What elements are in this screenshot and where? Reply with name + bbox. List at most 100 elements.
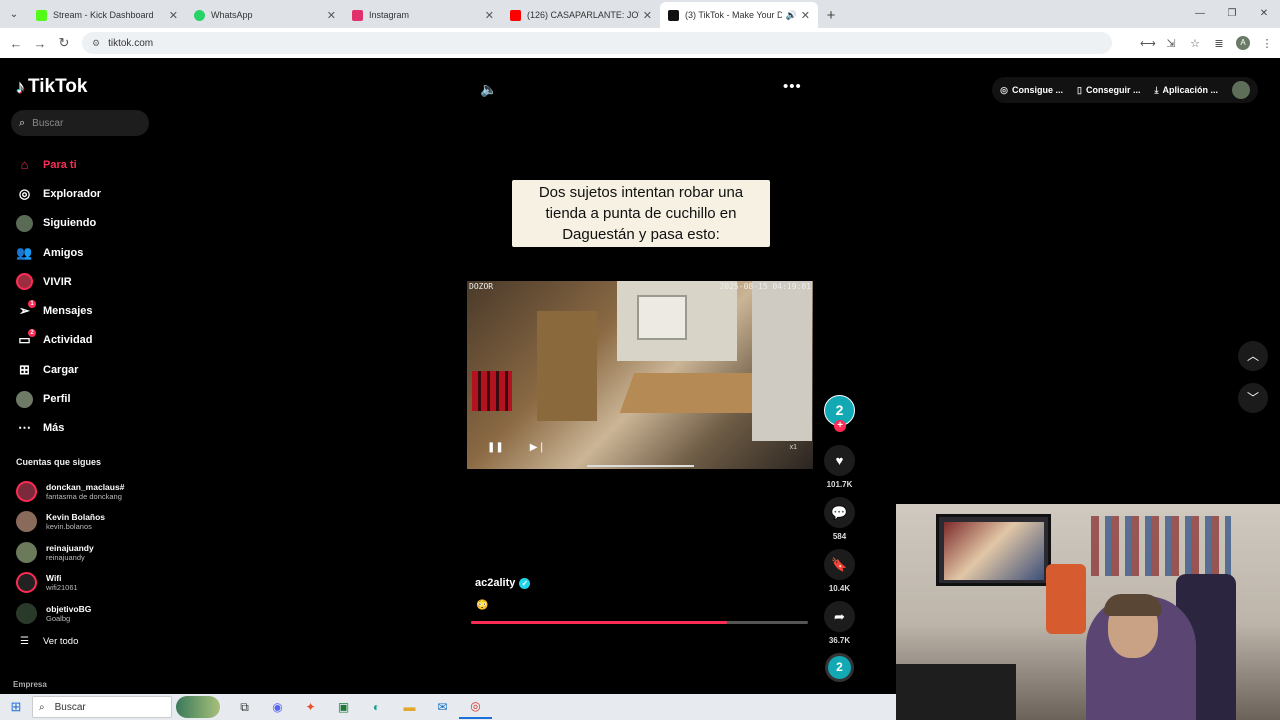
user-avatar[interactable] (1232, 81, 1250, 99)
menu-item-para-ti[interactable]: ⌂ Para ti (16, 150, 101, 179)
toy-blaster (1046, 564, 1086, 634)
menu-label: Más (43, 422, 65, 435)
following-name: donckan_maclaus# (46, 481, 125, 492)
minimize-icon[interactable]: — (1184, 0, 1216, 28)
taskbar-search[interactable]: ⌕ Buscar (32, 696, 172, 718)
menu-kebab-icon[interactable]: ⋮ (1260, 37, 1274, 50)
see-all-button[interactable]: ☰ Ver todo (20, 636, 78, 647)
search-input[interactable]: ⌕ Buscar (11, 110, 149, 136)
tab-kick[interactable]: Stream - Kick Dashboard ✕ (28, 2, 186, 28)
menu-item-mas[interactable]: ⋯ Más (16, 414, 101, 443)
menu-item-explorador[interactable]: ◎ Explorador (16, 179, 101, 208)
discord-icon[interactable]: ◉ (261, 695, 294, 719)
edge-icon[interactable]: ◐ (360, 695, 393, 719)
youtube-favicon-icon (510, 9, 521, 21)
video-progress-fill (471, 621, 728, 624)
back-icon[interactable]: ← (4, 36, 28, 51)
heart-icon[interactable]: ♥ (824, 445, 855, 476)
menu-item-vivir[interactable]: VIVIR (16, 267, 101, 296)
speaker-icon[interactable]: 🔊 (786, 10, 797, 21)
more-options-icon[interactable]: ••• (783, 78, 802, 95)
colorful-app-icon[interactable]: ✦ (294, 695, 327, 719)
share-icon[interactable]: ➦ (824, 601, 855, 632)
get-app-button[interactable]: ▯ Conseguir ... (1077, 85, 1140, 96)
tiktok-logo[interactable]: ♪ TikTok (16, 76, 87, 98)
video-player[interactable]: Dos sujetos intentan robar una tienda a … (467, 168, 813, 680)
next-video-icon[interactable]: ﹀ (1238, 383, 1268, 413)
search-placeholder: Buscar (32, 117, 64, 129)
site-info-icon[interactable]: ⚙ (92, 38, 100, 49)
close-tab-icon[interactable]: ✕ (801, 9, 810, 22)
following-avatar-icon (16, 214, 33, 232)
sidebar: ♪ TikTok ⌕ Buscar ⌂ Para ti ◎ Explorador… (0, 58, 160, 694)
menu-item-amigos[interactable]: 👥 Amigos (16, 238, 101, 267)
tab-instagram[interactable]: Instagram ✕ (344, 2, 502, 28)
speed-indicator[interactable]: x1 (790, 444, 797, 451)
profile-icon[interactable]: A (1236, 36, 1250, 50)
inline-seek-bar[interactable] (587, 465, 694, 467)
menu-item-cargar[interactable]: ⊞ Cargar (16, 355, 101, 384)
chrome-icon[interactable]: ◎ (459, 695, 492, 719)
get-coins-button[interactable]: ◎ Consigue ... (1000, 85, 1063, 96)
company-link[interactable]: Empresa (13, 680, 47, 689)
green-app-icon[interactable]: ▣ (327, 695, 360, 719)
menu-item-mensajes[interactable]: ➢ 1 Mensajes (16, 296, 101, 325)
pause-icon[interactable]: ❚❚ (487, 442, 504, 453)
tab-youtube[interactable]: (126) CASAPARLANTE: JOWELL... ✕ (502, 2, 660, 28)
menu-label: Amigos (43, 246, 84, 259)
bookmark-star-icon[interactable]: ☆ (1188, 37, 1202, 50)
close-window-icon[interactable]: ✕ (1248, 0, 1280, 28)
following-item[interactable]: objetivoBG Goalbg (16, 598, 124, 629)
search-icon: ⌕ (39, 701, 45, 713)
volume-icon[interactable]: 🔈 (480, 81, 497, 98)
task-view-icon[interactable]: ⧉ (228, 695, 261, 719)
close-tab-icon[interactable]: ✕ (327, 9, 336, 22)
menu-item-perfil[interactable]: Perfil (16, 384, 101, 413)
close-tab-icon[interactable]: ✕ (485, 9, 494, 22)
tab-search-icon[interactable]: ⌄ (0, 0, 28, 28)
tab-tiktok[interactable]: (3) TikTok - Make Your Day 🔊 ✕ (660, 2, 818, 28)
share-count: 36.7K (828, 636, 851, 645)
streamer-hair (1104, 594, 1162, 616)
comment-icon[interactable]: 💬 (824, 497, 855, 528)
url-field[interactable]: ⚙ tiktok.com (82, 32, 1112, 54)
close-tab-icon[interactable]: ✕ (643, 9, 652, 22)
music-disc-avatar[interactable]: 2 (825, 653, 854, 682)
video-author[interactable]: ac2ality ✓ (475, 577, 531, 589)
menu-item-siguiendo[interactable]: Siguiendo (16, 209, 101, 238)
tab-title: WhatsApp (211, 10, 253, 20)
video-frame[interactable]: DOZOR 2025-08-15 04:19:01 ❚❚ ▶❘ x1 (467, 281, 813, 469)
following-item[interactable]: Kevin Bolaños kevin.bolanos (16, 507, 124, 538)
reload-icon[interactable]: ↻ (52, 35, 76, 51)
tab-title: (3) TikTok - Make Your Day (685, 10, 782, 20)
author-name: ac2ality (475, 577, 516, 589)
bookmark-icon[interactable]: 🔖 (824, 549, 855, 580)
following-item[interactable]: reinajuandy reinajuandy (16, 537, 124, 568)
follow-plus-icon[interactable]: + (834, 420, 846, 432)
mail-icon[interactable]: ✉ (426, 695, 459, 719)
messages-icon: ➢ 1 (16, 299, 36, 320)
close-tab-icon[interactable]: ✕ (169, 9, 178, 22)
translate-icon[interactable]: ⟷ (1140, 37, 1156, 50)
new-tab-button[interactable]: + (818, 2, 844, 28)
following-name: objetivoBG (46, 603, 92, 614)
address-bar-row: ← → ↻ ⚙ tiktok.com ⟷ ⇲ ☆ ≣ A ⋮ (0, 28, 1280, 58)
following-item[interactable]: Wifi wifi21061 (16, 568, 124, 599)
maximize-icon[interactable]: ❐ (1216, 0, 1248, 28)
whatsapp-favicon-icon (194, 9, 205, 21)
following-item[interactable]: donckan_maclaus# fantasma de donckang (16, 476, 124, 507)
widgets-thumbnail[interactable] (176, 696, 220, 718)
reading-list-icon[interactable]: ≣ (1212, 37, 1226, 50)
skip-icon[interactable]: ▶❘ (530, 442, 546, 453)
install-app-icon[interactable]: ⇲ (1164, 37, 1178, 50)
forward-icon[interactable]: → (28, 36, 52, 51)
menu-label: VIVIR (43, 275, 72, 288)
desktop-app-button[interactable]: ⤓ Aplicación ... (1155, 85, 1219, 96)
message-badge: 1 (28, 299, 36, 308)
tab-whatsapp[interactable]: WhatsApp ✕ (186, 2, 344, 28)
menu-item-actividad[interactable]: ▭ 2 Actividad (16, 326, 101, 355)
file-explorer-icon[interactable]: ▬ (393, 695, 426, 719)
windows-start-icon[interactable]: ⊞ (0, 699, 32, 715)
video-progress-bar[interactable] (471, 621, 808, 624)
previous-video-icon[interactable]: ︿ (1238, 341, 1268, 371)
